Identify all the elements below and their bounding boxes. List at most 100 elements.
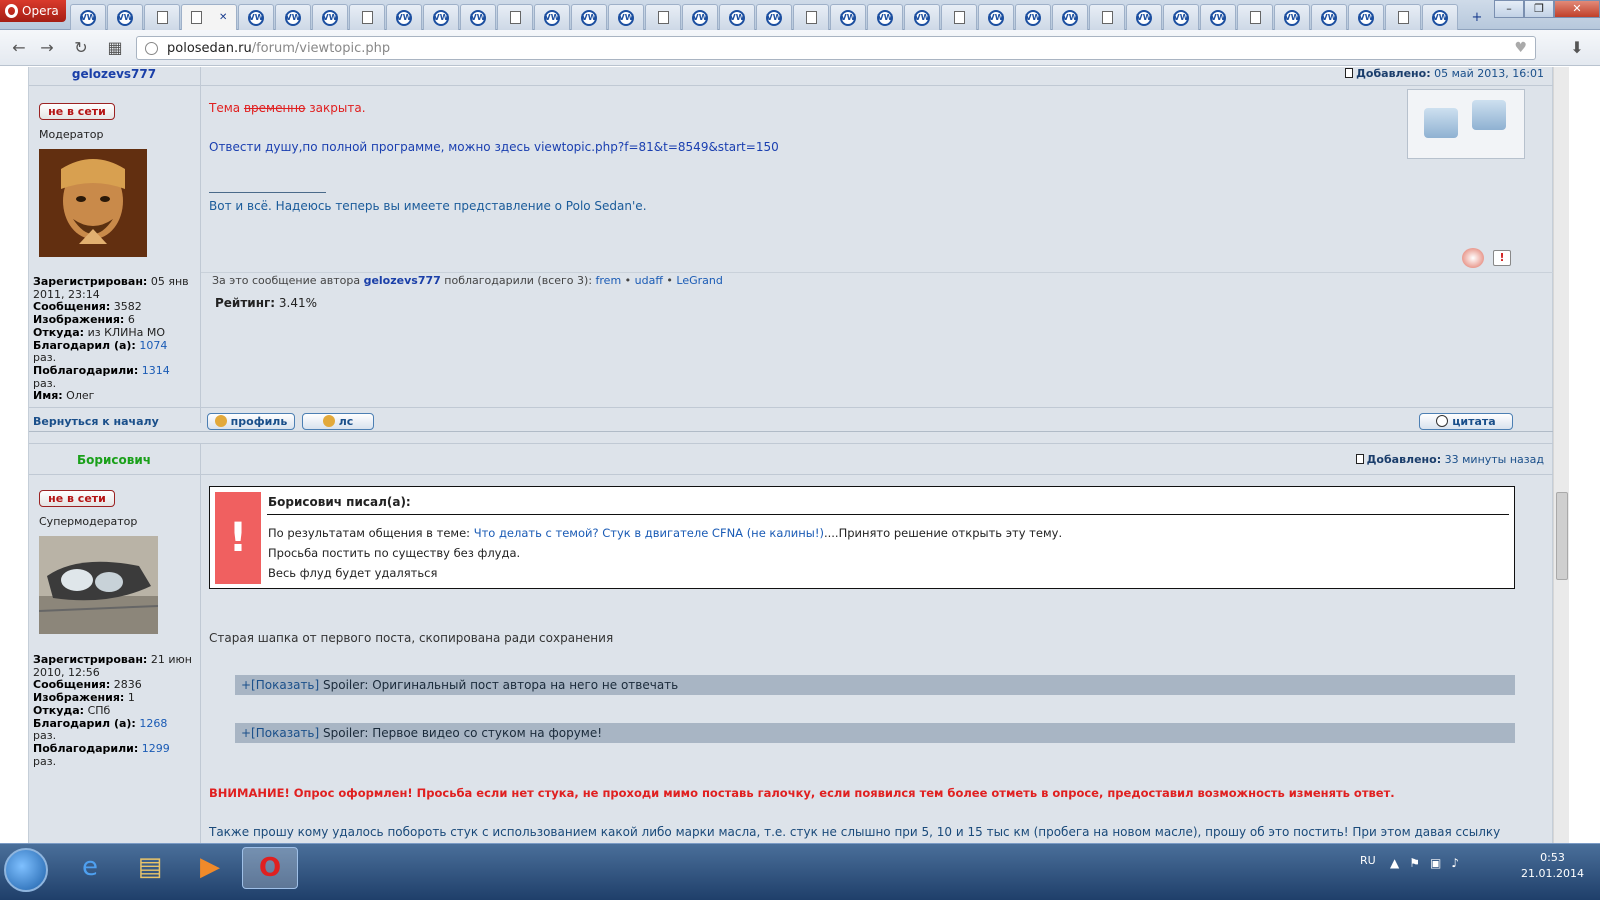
browser-tab[interactable] <box>144 4 180 30</box>
text: ....Принято решение открыть эту тему. <box>823 526 1063 540</box>
browser-tab-bar: Opera VW VW ✕ VW VW VW VW VW VW VW VW VW VW VW VW VW VW V… <box>0 0 1600 30</box>
browser-tab[interactable]: VW <box>719 4 755 30</box>
language-indicator[interactable]: RU <box>1360 854 1376 867</box>
thumbs-down-icon[interactable] <box>1472 100 1506 130</box>
browser-tab[interactable] <box>793 4 829 30</box>
topic-link[interactable]: Что делать с темой? Стук в двигателе CFN… <box>474 526 824 540</box>
bookmark-heart-icon[interactable]: ♥ <box>1514 40 1527 56</box>
page-scrollbar[interactable] <box>1553 67 1569 843</box>
minimize-button[interactable]: – <box>1494 0 1524 18</box>
browser-tab[interactable] <box>497 4 533 30</box>
browser-tab[interactable]: VW <box>571 4 607 30</box>
close-window-button[interactable]: ✕ <box>1554 0 1600 18</box>
browser-tab[interactable]: VW <box>682 4 718 30</box>
thanked-link[interactable]: 1074 <box>139 339 167 352</box>
thumbs-up-icon[interactable] <box>1424 108 1458 138</box>
quote-button[interactable]: цитата <box>1419 413 1513 430</box>
browser-tab[interactable] <box>1089 4 1125 30</box>
post-icon[interactable] <box>1355 454 1364 464</box>
new-tab-button[interactable]: + <box>1459 4 1495 30</box>
post1-link[interactable]: Отвести душу,по полной программе, можно … <box>209 140 779 154</box>
got-thanks-link[interactable]: 1299 <box>142 742 170 755</box>
vw-logo-icon: VW <box>1284 9 1300 26</box>
browser-tab[interactable]: VW <box>1311 4 1347 30</box>
spoiler-bar[interactable]: +[Показать] Spoiler: Оригинальный пост а… <box>235 675 1515 695</box>
browser-tab[interactable]: VW <box>1163 4 1199 30</box>
post1-avatar[interactable] <box>39 149 147 257</box>
browser-tab[interactable]: VW <box>978 4 1014 30</box>
post2-author[interactable]: Борисович <box>29 453 199 467</box>
media-player-icon[interactable]: ▶ <box>182 847 238 889</box>
browser-tab[interactable]: VW <box>423 4 459 30</box>
browser-tab[interactable]: VW <box>534 4 570 30</box>
browser-tab[interactable]: VW <box>238 4 274 30</box>
browser-tab[interactable]: VW <box>830 4 866 30</box>
file-explorer-icon[interactable]: ▤ <box>122 847 178 889</box>
browser-tab[interactable]: VW <box>275 4 311 30</box>
spoiler-show-link[interactable]: +[Показать] <box>241 726 319 740</box>
pm-button-label: лс <box>338 415 354 428</box>
scrollbar-thumb[interactable] <box>1556 492 1568 580</box>
browser-tab[interactable]: VW <box>1015 4 1051 30</box>
thanks-author-link[interactable]: gelozevs777 <box>364 274 441 287</box>
browser-tab[interactable] <box>645 4 681 30</box>
thanks-user-link[interactable]: LeGrand <box>676 274 722 287</box>
post-separator <box>29 443 1553 444</box>
browser-tab[interactable]: VW <box>1052 4 1088 30</box>
user-icon <box>214 415 227 427</box>
start-button[interactable] <box>4 848 48 892</box>
browser-tab[interactable] <box>1385 4 1421 30</box>
browser-tab[interactable]: VW <box>107 4 143 30</box>
got-thanks-link[interactable]: 1314 <box>142 364 170 377</box>
spoiler-show-link[interactable]: +[Показать] <box>241 678 319 692</box>
browser-tab[interactable]: VW <box>904 4 940 30</box>
browser-tab[interactable]: VW <box>1200 4 1236 30</box>
browser-tab[interactable]: VW <box>756 4 792 30</box>
browser-tab[interactable]: VW <box>1126 4 1162 30</box>
back-icon[interactable]: ← <box>8 38 30 58</box>
thanks-user-link[interactable]: frem <box>596 274 622 287</box>
thanks-user-link[interactable]: udaff <box>635 274 663 287</box>
browser-tab[interactable]: ✕ <box>181 4 237 30</box>
vw-logo-icon: VW <box>248 9 264 26</box>
faq-icon[interactable] <box>1462 248 1484 268</box>
tray-icons[interactable]: ▲⚑▣♪ <box>1390 856 1469 870</box>
opera-taskbar-icon[interactable]: O <box>242 847 298 889</box>
opera-menu-button[interactable]: Opera <box>0 0 66 22</box>
browser-tab[interactable]: VW <box>312 4 348 30</box>
vw-logo-icon: VW <box>285 9 301 26</box>
vw-logo-icon: VW <box>117 9 133 26</box>
spoiler-bar[interactable]: +[Показать] Spoiler: Первое видео со сту… <box>235 723 1515 743</box>
browser-tab[interactable]: VW <box>460 4 496 30</box>
forward-icon[interactable]: → <box>36 38 58 58</box>
browser-tab[interactable]: VW <box>867 4 903 30</box>
clock[interactable]: 0:53 21.01.2014 <box>1521 850 1584 882</box>
maximize-button[interactable]: ❐ <box>1524 0 1554 18</box>
internet-explorer-icon[interactable]: e <box>62 847 118 889</box>
downloads-icon[interactable]: ⬇ <box>1566 38 1588 58</box>
pm-button[interactable]: лс <box>302 413 374 430</box>
browser-tab[interactable]: VW <box>70 4 106 30</box>
back-to-top-link[interactable]: Вернуться к началу <box>33 415 159 428</box>
profile-button[interactable]: профиль <box>207 413 295 430</box>
post1-status-badge: не в сети <box>39 103 115 120</box>
reload-icon[interactable]: ↻ <box>70 38 92 58</box>
close-tab-icon[interactable]: ✕ <box>219 12 227 23</box>
report-icon[interactable]: ! <box>1493 250 1511 266</box>
browser-tab[interactable]: VW <box>1422 4 1458 30</box>
thanked-link[interactable]: 1268 <box>139 717 167 730</box>
post2-avatar[interactable] <box>39 536 158 634</box>
post-icon[interactable] <box>1345 68 1354 78</box>
post1-author[interactable]: gelozevs777 <box>29 67 199 81</box>
speed-dial-icon[interactable]: ▦ <box>104 38 126 58</box>
profile-button-label: профиль <box>230 415 288 428</box>
browser-tab[interactable] <box>1237 4 1273 30</box>
url-field[interactable]: polosedan.ru/forum/viewtopic.php ♥ <box>136 36 1536 60</box>
browser-tab[interactable]: VW <box>608 4 644 30</box>
browser-tab[interactable] <box>349 4 385 30</box>
browser-tab[interactable]: VW <box>386 4 422 30</box>
browser-tab[interactable]: VW <box>1348 4 1384 30</box>
browser-tab[interactable]: VW <box>1274 4 1310 30</box>
browser-tab[interactable] <box>941 4 977 30</box>
site-info-icon[interactable] <box>145 42 158 55</box>
